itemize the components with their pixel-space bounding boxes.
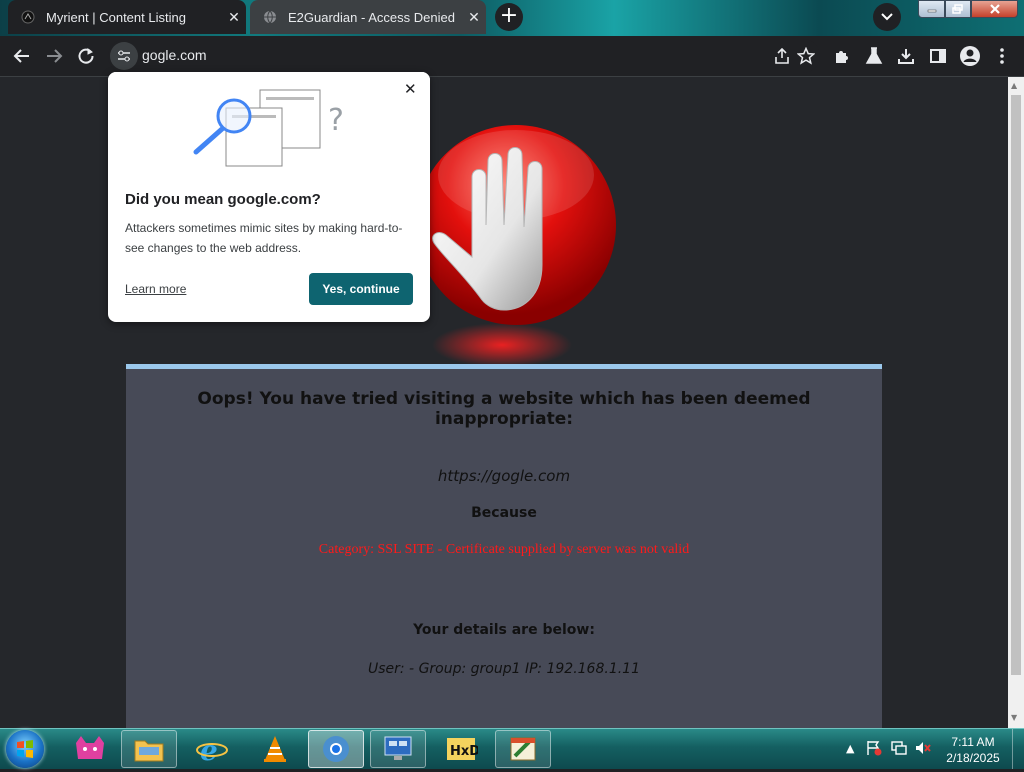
tune-icon bbox=[118, 50, 130, 62]
flask-icon bbox=[865, 47, 883, 64]
hex-editor-icon: HxD bbox=[447, 738, 478, 760]
taskbar-app-cat[interactable] bbox=[62, 730, 118, 768]
popup-body: Attackers sometimes mimic sites by makin… bbox=[125, 221, 403, 255]
tab-title: Myrient | Content Listing bbox=[46, 9, 186, 25]
download-icon bbox=[898, 49, 914, 64]
tab-title: E2Guardian - Access Denied bbox=[288, 9, 455, 25]
stop-hand-logo bbox=[420, 125, 616, 367]
tab-search-button[interactable] bbox=[873, 3, 901, 31]
arrow-right-icon bbox=[47, 49, 63, 63]
site-info-button[interactable] bbox=[110, 42, 138, 70]
taskbar-explorer[interactable] bbox=[121, 730, 177, 768]
taskbar-paint[interactable] bbox=[495, 730, 551, 768]
close-icon[interactable]: ✕ bbox=[404, 80, 417, 98]
taskbar-control-panel[interactable] bbox=[370, 730, 426, 768]
chrome-icon bbox=[323, 736, 349, 762]
tab-close-icon[interactable]: ✕ bbox=[222, 9, 246, 26]
puzzle-icon bbox=[836, 51, 848, 63]
tab-close-icon[interactable]: ✕ bbox=[462, 9, 486, 26]
side-panel-icon bbox=[930, 49, 946, 63]
show-desktop-button[interactable] bbox=[1012, 729, 1024, 769]
svg-text:?: ? bbox=[328, 103, 344, 138]
star-icon bbox=[797, 47, 815, 65]
profile-button[interactable] bbox=[958, 44, 982, 68]
globe-icon bbox=[262, 9, 278, 25]
popup-title: Did you mean google.com? bbox=[125, 191, 321, 208]
taskbar-vlc[interactable] bbox=[247, 730, 303, 768]
vlc-cone-icon bbox=[264, 736, 286, 762]
menu-button[interactable] bbox=[990, 44, 1014, 68]
minimize-button[interactable] bbox=[918, 0, 945, 18]
chevron-down-icon bbox=[881, 13, 893, 21]
learn-more-link[interactable]: Learn more bbox=[125, 282, 186, 296]
tab-strip: Myrient | Content Listing ✕ E2Guardian -… bbox=[0, 0, 1024, 36]
folder-icon bbox=[134, 740, 164, 762]
share-button[interactable] bbox=[770, 44, 794, 68]
cat-app-icon bbox=[76, 736, 104, 759]
downloads-button[interactable] bbox=[894, 44, 918, 68]
window-controls bbox=[918, 0, 1020, 20]
reload-icon bbox=[78, 48, 94, 64]
myrient-favicon-icon bbox=[20, 9, 36, 25]
side-panel-button[interactable] bbox=[926, 44, 950, 68]
details-heading: Your details are below: bbox=[413, 622, 595, 638]
svg-text:HxD: HxD bbox=[450, 744, 478, 759]
windows-taskbar: e HxD ▲ 7:11 AM 2/18/2025 bbox=[0, 728, 1024, 769]
reload-button[interactable] bbox=[74, 44, 98, 68]
new-tab-button[interactable]: + bbox=[495, 3, 523, 31]
avatar-icon bbox=[960, 46, 980, 66]
computer-icon bbox=[384, 736, 412, 760]
back-button[interactable] bbox=[10, 44, 34, 68]
paint-icon bbox=[510, 737, 536, 761]
labs-button[interactable] bbox=[862, 44, 886, 68]
taskbar-hxd[interactable]: HxD bbox=[433, 730, 489, 768]
magnifier-pages-illustration: ? bbox=[108, 72, 430, 177]
start-button[interactable] bbox=[6, 730, 44, 768]
volume-muted-icon[interactable] bbox=[914, 740, 932, 759]
internet-explorer-icon: e bbox=[196, 734, 228, 764]
block-reason: Category: SSL SITE - Certificate supplie… bbox=[318, 542, 690, 557]
block-headline: Oops! You have tried visiting a website … bbox=[197, 389, 811, 429]
clock-date: 2/18/2025 bbox=[946, 751, 1000, 765]
show-hidden-icons-button[interactable]: ▲ bbox=[846, 742, 854, 755]
taskbar-internet-explorer[interactable]: e bbox=[184, 730, 240, 768]
scroll-down-icon[interactable]: ▼ bbox=[1011, 713, 1017, 722]
block-message-panel: Oops! You have tried visiting a website … bbox=[126, 364, 882, 728]
because-label: Because bbox=[471, 505, 537, 521]
svg-text:e: e bbox=[200, 734, 218, 764]
taskbar-chrome[interactable] bbox=[308, 730, 364, 768]
tab-myrient[interactable]: Myrient | Content Listing ✕ bbox=[8, 0, 246, 34]
lookalike-url-warning-popup: ? ✕ Did you mean google.com? Attackers s… bbox=[108, 72, 430, 322]
action-center-icon[interactable] bbox=[866, 740, 882, 759]
bookmark-button[interactable] bbox=[794, 44, 818, 68]
restore-button[interactable] bbox=[945, 0, 971, 18]
kebab-menu-icon bbox=[1000, 48, 1004, 64]
share-icon bbox=[775, 48, 789, 64]
yes-continue-button[interactable]: Yes, continue bbox=[309, 273, 413, 305]
address-bar[interactable]: gogle.com bbox=[108, 39, 820, 73]
page-scrollbar[interactable]: ▲ ▼ bbox=[1008, 77, 1024, 728]
system-clock[interactable]: 7:11 AM 2/18/2025 bbox=[940, 734, 1006, 766]
blocked-url: https://gogle.com bbox=[437, 467, 571, 485]
scrollbar-thumb[interactable] bbox=[1011, 95, 1021, 675]
windows-logo-icon bbox=[17, 740, 33, 758]
network-icon[interactable] bbox=[890, 740, 908, 759]
extensions-button[interactable] bbox=[830, 44, 854, 68]
scroll-up-icon[interactable]: ▲ bbox=[1011, 81, 1017, 90]
tab-e2guardian[interactable]: E2Guardian - Access Denied ✕ bbox=[250, 0, 486, 34]
clock-time: 7:11 AM bbox=[951, 735, 995, 749]
forward-button[interactable] bbox=[42, 44, 66, 68]
user-details: User: - Group: group1 IP: 192.168.1.11 bbox=[367, 661, 640, 677]
arrow-left-icon bbox=[13, 49, 29, 63]
url-text: gogle.com bbox=[142, 47, 207, 63]
browser-toolbar: gogle.com bbox=[0, 36, 1024, 77]
close-window-button[interactable] bbox=[971, 0, 1018, 18]
